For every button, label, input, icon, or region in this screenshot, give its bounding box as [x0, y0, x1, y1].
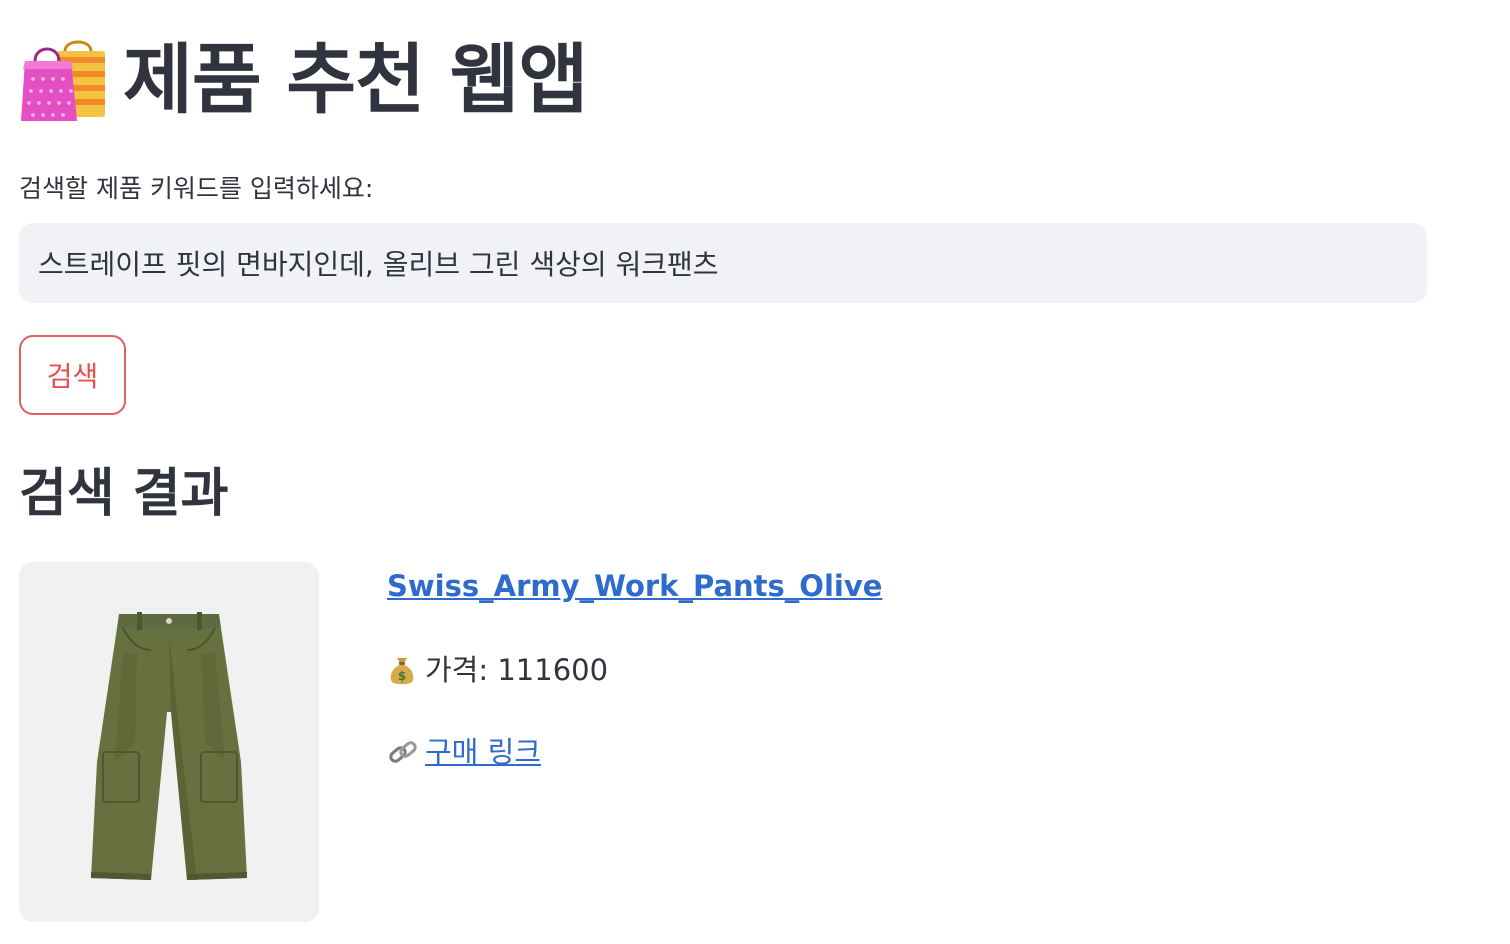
results-heading: 검색 결과 — [19, 464, 229, 524]
olive-pants-illustration — [91, 612, 247, 880]
money-bag-icon: $ — [390, 658, 414, 685]
page-header: 제품 추천 웹앱 — [19, 30, 588, 130]
shopping-bags-icon — [21, 40, 105, 121]
search-input[interactable] — [19, 223, 1427, 303]
page-title: 제품 추천 웹앱 — [123, 35, 588, 124]
search-input-label: 검색할 제품 키워드를 입력하세요: — [19, 174, 374, 203]
svg-text:$: $ — [398, 669, 406, 683]
link-icon — [389, 741, 417, 763]
price-label: 가격: 111600 — [425, 653, 609, 687]
product-name-link[interactable]: Swiss_Army_Work_Pants_Olive — [387, 566, 882, 606]
purchase-link[interactable]: 구매 링크 — [387, 732, 541, 772]
product-price: $ 가격: 111600 — [387, 650, 608, 690]
purchase-link-label[interactable]: 구매 링크 — [425, 732, 541, 772]
search-button[interactable]: 검색 — [19, 335, 126, 415]
product-image — [19, 562, 319, 922]
app-page: 제품 추천 웹앱 검색할 제품 키워드를 입력하세요: 검색 검색 결과 — [0, 0, 1510, 944]
